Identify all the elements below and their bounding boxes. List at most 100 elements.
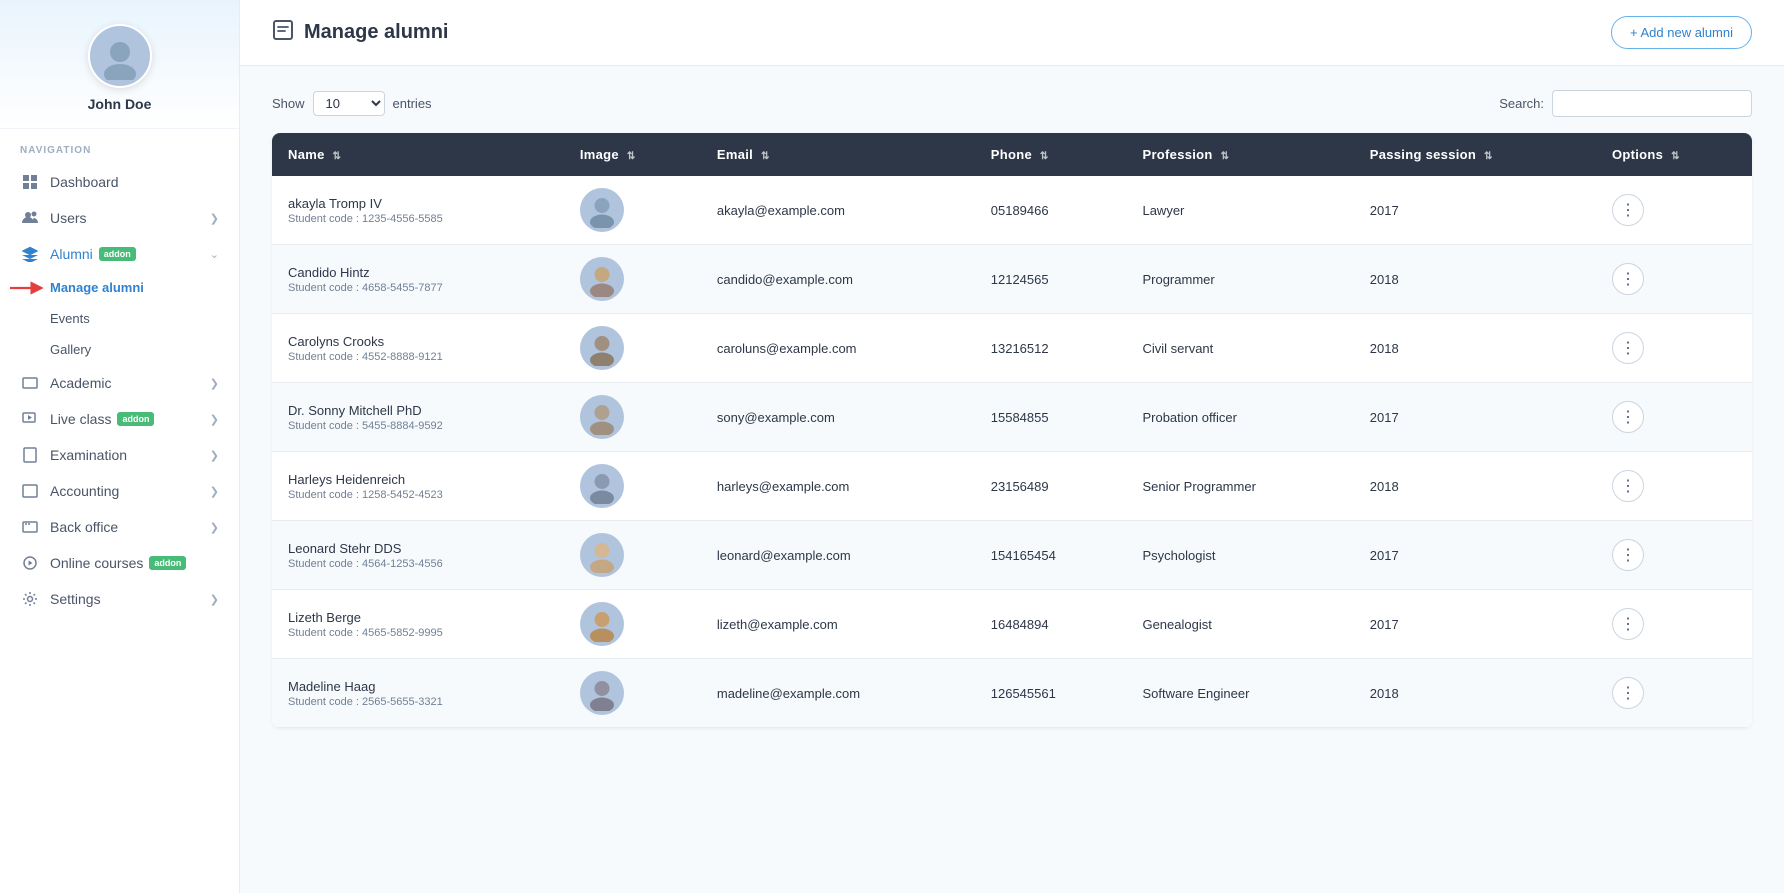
table-row: Lizeth Berge Student code : 4565-5852-99… [272, 590, 1752, 659]
cell-passing-session: 2018 [1354, 659, 1596, 728]
row-avatar [580, 326, 624, 370]
sidebar-item-label-back-office: Back office [50, 519, 118, 535]
row-avatar [580, 257, 624, 301]
table-row: Candido Hintz Student code : 4658-5455-7… [272, 245, 1752, 314]
page-title-area: Manage alumni [272, 19, 448, 47]
sidebar-item-label-accounting: Accounting [50, 483, 119, 499]
cell-image [564, 590, 701, 659]
events-label: Events [50, 311, 90, 326]
row-options-button[interactable]: ⋮ [1612, 263, 1644, 295]
sidebar-item-users[interactable]: Users ❯ [0, 200, 239, 236]
sidebar-item-label-live-class: Live class [50, 411, 111, 427]
cell-options: ⋮ [1596, 590, 1752, 659]
sidebar-item-settings[interactable]: Settings ❯ [0, 581, 239, 617]
cell-options: ⋮ [1596, 176, 1752, 245]
cell-options: ⋮ [1596, 521, 1752, 590]
cell-name: Carolyns Crooks Student code : 4552-8888… [272, 314, 564, 383]
cell-phone: 126545561 [975, 659, 1127, 728]
cell-email: harleys@example.com [701, 452, 975, 521]
cell-image [564, 383, 701, 452]
table-row: Harleys Heidenreich Student code : 1258-… [272, 452, 1752, 521]
cell-passing-session: 2018 [1354, 452, 1596, 521]
col-profession[interactable]: Profession ⇅ [1126, 133, 1353, 176]
sidebar-item-examination[interactable]: Examination ❯ [0, 437, 239, 473]
search-input[interactable] [1552, 90, 1752, 117]
row-options-button[interactable]: ⋮ [1612, 332, 1644, 364]
sidebar-item-label-academic: Academic [50, 375, 111, 391]
cell-email: sony@example.com [701, 383, 975, 452]
cell-phone: 13216512 [975, 314, 1127, 383]
row-avatar [580, 602, 624, 646]
users-chevron: ❯ [210, 212, 219, 225]
cell-email: caroluns@example.com [701, 314, 975, 383]
col-options: Options ⇅ [1596, 133, 1752, 176]
options-sort-icon: ⇅ [1671, 151, 1680, 162]
cell-passing-session: 2018 [1354, 314, 1596, 383]
cell-profession: Senior Programmer [1126, 452, 1353, 521]
examination-icon [20, 447, 40, 463]
sidebar-item-academic[interactable]: Academic ❯ [0, 365, 239, 401]
cell-phone: 16484894 [975, 590, 1127, 659]
dashboard-icon [20, 174, 40, 190]
academic-chevron: ❯ [210, 377, 219, 390]
alumni-icon [20, 246, 40, 262]
sidebar-item-live-class[interactable]: Live class addon ❯ [0, 401, 239, 437]
table-body: akayla Tromp IV Student code : 1235-4556… [272, 176, 1752, 728]
cell-profession: Lawyer [1126, 176, 1353, 245]
show-label: Show [272, 96, 305, 111]
alumni-table: Name ⇅ Image ⇅ Email ⇅ Phone ⇅ Professio… [272, 133, 1752, 728]
sidebar-item-dashboard[interactable]: Dashboard [0, 164, 239, 200]
cell-email: leonard@example.com [701, 521, 975, 590]
profession-sort-icon: ⇅ [1221, 151, 1230, 162]
row-options-button[interactable]: ⋮ [1612, 677, 1644, 709]
show-entries-control: Show 10 25 50 100 entries [272, 91, 432, 116]
sidebar: John Doe NAVIGATION Dashboard Users ❯ [0, 0, 240, 893]
active-arrow-indicator [10, 279, 46, 297]
col-name[interactable]: Name ⇅ [272, 133, 564, 176]
online-courses-icon [20, 555, 40, 571]
row-options-button[interactable]: ⋮ [1612, 470, 1644, 502]
users-icon [20, 210, 40, 226]
col-passing-session[interactable]: Passing session ⇅ [1354, 133, 1596, 176]
row-options-button[interactable]: ⋮ [1612, 401, 1644, 433]
name-sort-icon: ⇅ [333, 151, 342, 162]
sidebar-subitem-manage-alumni[interactable]: Manage alumni [50, 272, 239, 303]
table-row: Carolyns Crooks Student code : 4552-8888… [272, 314, 1752, 383]
sidebar-item-alumni[interactable]: Alumni addon ⌄ [0, 236, 239, 272]
entries-select[interactable]: 10 25 50 100 [313, 91, 385, 116]
live-class-icon [20, 411, 40, 427]
table-row: Leonard Stehr DDS Student code : 4564-12… [272, 521, 1752, 590]
cell-passing-session: 2017 [1354, 521, 1596, 590]
cell-email: lizeth@example.com [701, 590, 975, 659]
cell-image [564, 659, 701, 728]
sidebar-item-back-office[interactable]: Back office ❯ [0, 509, 239, 545]
cell-options: ⋮ [1596, 245, 1752, 314]
topbar: Manage alumni + Add new alumni [240, 0, 1784, 66]
sidebar-item-accounting[interactable]: Accounting ❯ [0, 473, 239, 509]
sidebar-subitem-gallery[interactable]: Gallery [50, 334, 239, 365]
cell-name: Leonard Stehr DDS Student code : 4564-12… [272, 521, 564, 590]
cell-profession: Genealogist [1126, 590, 1353, 659]
cell-passing-session: 2017 [1354, 176, 1596, 245]
cell-profession: Programmer [1126, 245, 1353, 314]
col-phone[interactable]: Phone ⇅ [975, 133, 1127, 176]
sidebar-item-label-settings: Settings [50, 591, 101, 607]
sidebar-subitem-events[interactable]: Events [50, 303, 239, 334]
row-avatar [580, 533, 624, 577]
image-sort-icon: ⇅ [627, 151, 636, 162]
table-row: Madeline Haag Student code : 2565-5655-3… [272, 659, 1752, 728]
row-options-button[interactable]: ⋮ [1612, 194, 1644, 226]
sidebar-item-online-courses[interactable]: Online courses addon [0, 545, 239, 581]
cell-phone: 15584855 [975, 383, 1127, 452]
cell-name: Dr. Sonny Mitchell PhD Student code : 54… [272, 383, 564, 452]
row-options-button[interactable]: ⋮ [1612, 608, 1644, 640]
back-office-chevron: ❯ [210, 521, 219, 534]
add-alumni-button[interactable]: + Add new alumni [1611, 16, 1752, 49]
col-email[interactable]: Email ⇅ [701, 133, 975, 176]
row-avatar [580, 395, 624, 439]
row-options-button[interactable]: ⋮ [1612, 539, 1644, 571]
col-image[interactable]: Image ⇅ [564, 133, 701, 176]
gallery-label: Gallery [50, 342, 91, 357]
cell-profession: Psychologist [1126, 521, 1353, 590]
cell-name: Candido Hintz Student code : 4658-5455-7… [272, 245, 564, 314]
